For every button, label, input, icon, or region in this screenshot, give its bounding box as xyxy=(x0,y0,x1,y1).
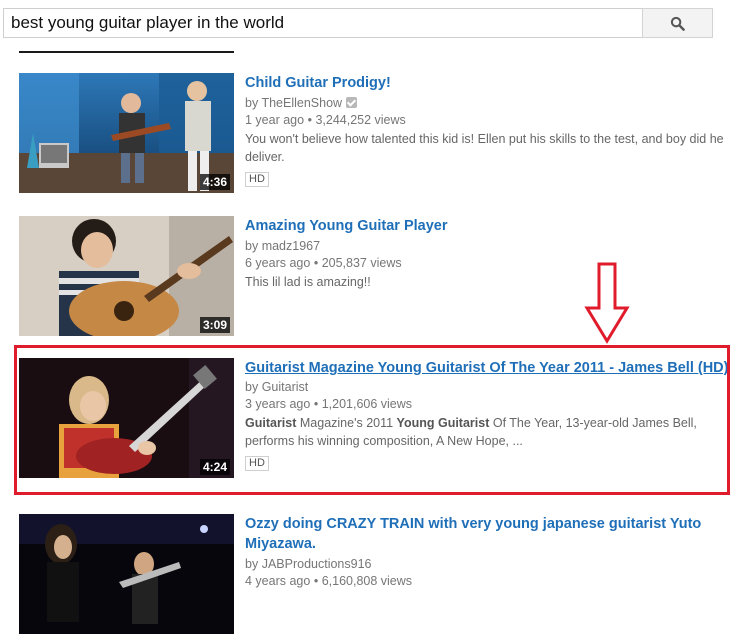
channel-name-link[interactable]: madz1967 xyxy=(262,239,320,253)
thumbnail-image-ozzy-concert xyxy=(19,514,234,634)
byline: by Guitarist xyxy=(245,379,740,396)
result-item: 4:36 Child Guitar Prodigy! by TheEllenSh… xyxy=(19,73,739,198)
upload-age: 6 years ago xyxy=(245,256,311,270)
video-duration: 4:36 xyxy=(199,174,230,190)
video-meta: 3 years ago • 1,201,606 views xyxy=(245,396,740,413)
video-meta: 6 years ago • 205,837 views xyxy=(245,255,740,272)
desc-highlight: Young Guitarist xyxy=(396,416,490,430)
channel-name-link[interactable]: Guitarist xyxy=(262,380,309,394)
result-info: Amazing Young Guitar Player by madz1967 … xyxy=(245,216,740,291)
separator-dot: • xyxy=(313,574,319,588)
view-count: 6,160,808 views xyxy=(321,574,413,588)
by-label: by xyxy=(245,239,259,253)
verified-icon xyxy=(346,97,358,108)
down-arrow-icon xyxy=(584,262,630,344)
hd-badge: HD xyxy=(245,456,269,471)
hd-badge: HD xyxy=(245,172,269,187)
upload-age: 4 years ago xyxy=(245,574,311,588)
result-info: Ozzy doing CRAZY TRAIN with very young j… xyxy=(245,514,740,590)
desc-text: Magazine's 2011 xyxy=(296,416,397,430)
video-thumbnail[interactable] xyxy=(19,514,234,634)
result-info: Guitarist Magazine Young Guitarist Of Th… xyxy=(245,358,740,471)
byline: by madz1967 xyxy=(245,238,740,255)
video-meta: 1 year ago • 3,244,252 views xyxy=(245,112,740,129)
separator-dot: • xyxy=(313,397,319,411)
by-label: by xyxy=(245,380,259,394)
search-button[interactable] xyxy=(642,8,713,38)
search-input[interactable] xyxy=(3,8,643,38)
video-thumbnail[interactable]: 4:24 xyxy=(19,358,234,478)
video-thumbnail[interactable]: 3:09 xyxy=(19,216,234,336)
upload-age: 1 year ago xyxy=(245,113,305,127)
previous-result-thumbnail-edge xyxy=(19,51,234,53)
result-item: Ozzy doing CRAZY TRAIN with very young j… xyxy=(19,514,739,634)
view-count: 205,837 views xyxy=(321,256,402,270)
video-thumbnail[interactable]: 4:36 xyxy=(19,73,234,193)
result-item-highlighted: 4:24 Guitarist Magazine Young Guitarist … xyxy=(19,358,739,493)
video-duration: 3:09 xyxy=(199,317,230,333)
desc-highlight: Guitarist xyxy=(245,416,297,430)
video-description: You won't believe how talented this kid … xyxy=(245,132,724,164)
separator-dot: • xyxy=(313,256,319,270)
byline: by TheEllenShow xyxy=(245,95,740,112)
channel-name-link[interactable]: JABProductions916 xyxy=(262,557,372,571)
by-label: by xyxy=(245,96,259,110)
video-title-link[interactable]: Amazing Young Guitar Player xyxy=(245,216,740,236)
by-label: by xyxy=(245,557,259,571)
video-title-link[interactable]: Guitarist Magazine Young Guitarist Of Th… xyxy=(245,358,740,378)
view-count: 1,201,606 views xyxy=(321,397,413,411)
video-description: This lil lad is amazing!! xyxy=(245,275,371,289)
channel-name-link[interactable]: TheEllenShow xyxy=(261,96,342,110)
separator-dot: • xyxy=(307,113,312,127)
result-item: 3:09 Amazing Young Guitar Player by madz… xyxy=(19,216,739,336)
upload-age: 3 years ago xyxy=(245,397,311,411)
result-info: Child Guitar Prodigy! by TheEllenShow 1 … xyxy=(245,73,740,187)
video-description: Guitarist Magazine's 2011 Young Guitaris… xyxy=(245,414,740,450)
video-title-link[interactable]: Child Guitar Prodigy! xyxy=(245,73,740,93)
view-count: 3,244,252 views xyxy=(315,113,406,127)
search-bar xyxy=(3,8,713,38)
video-title-link[interactable]: Ozzy doing CRAZY TRAIN with very young j… xyxy=(245,514,740,554)
video-duration: 4:24 xyxy=(199,459,230,475)
byline: by JABProductions916 xyxy=(245,556,740,573)
search-icon xyxy=(670,16,685,31)
video-meta: 4 years ago • 6,160,808 views xyxy=(245,573,740,590)
